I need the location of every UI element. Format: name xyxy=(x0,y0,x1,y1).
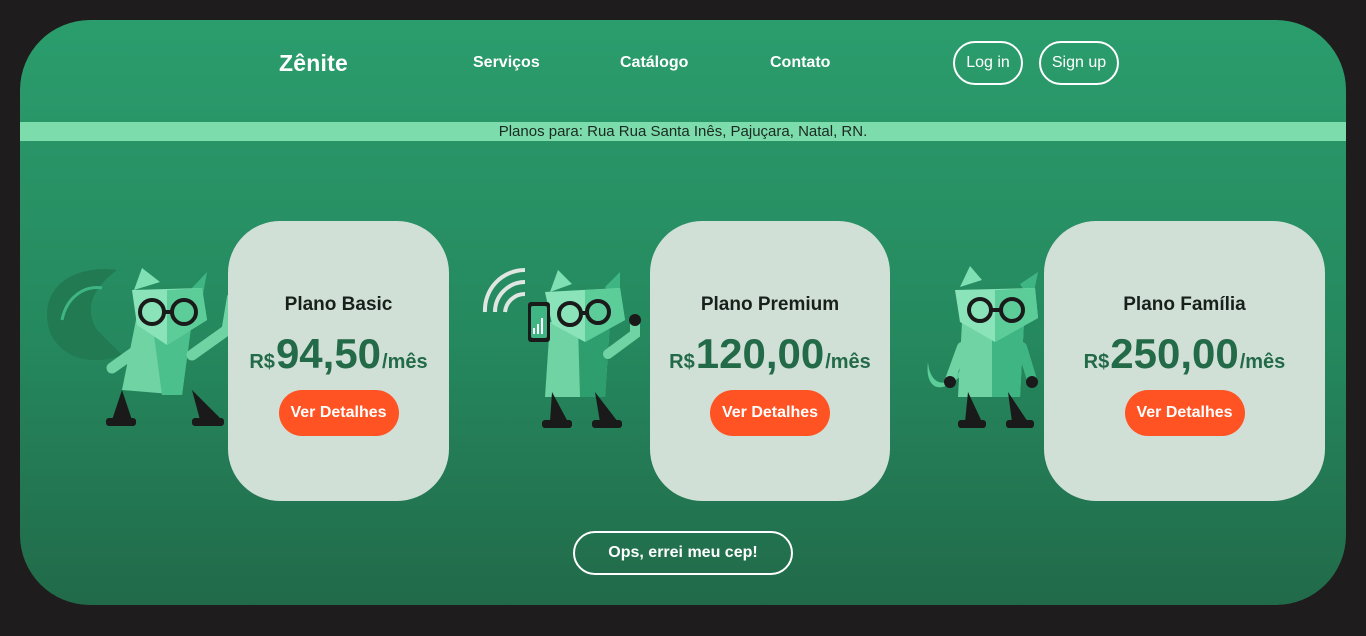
plan-card-familia: Plano Família R$ 250,00 /mês Ver Detalhe… xyxy=(1044,221,1325,501)
details-button-familia[interactable]: Ver Detalhes xyxy=(1124,390,1245,436)
price-currency: R$ xyxy=(249,351,275,373)
signup-button[interactable]: Sign up xyxy=(1039,41,1119,85)
plan-card-premium: Plano Premium R$ 120,00 /mês Ver Detalhe… xyxy=(650,221,890,501)
fox-mascot-phone-wifi-icon xyxy=(482,267,641,428)
wrong-cep-button[interactable]: Ops, errei meu cep! xyxy=(573,531,793,575)
details-button-basic[interactable]: Ver Detalhes xyxy=(278,390,399,436)
brand-logo[interactable]: Zênite xyxy=(279,50,348,77)
fox-mascot-dancing-icon xyxy=(47,268,232,426)
price-amount: 250,00 xyxy=(1110,330,1239,377)
plan-name: Plano Basic xyxy=(284,294,393,315)
price-currency: R$ xyxy=(1083,351,1110,373)
nav-servicos[interactable]: Serviços xyxy=(473,54,540,72)
address-banner: Planos para: Rua Rua Santa Inês, Pajuçar… xyxy=(20,122,1346,141)
price-period: /mês xyxy=(1239,351,1286,373)
price-amount: 120,00 xyxy=(695,330,825,377)
nav-contato[interactable]: Contato xyxy=(770,54,830,72)
main-frame: Zênite Serviços Catálogo Contato Log in … xyxy=(20,20,1346,605)
plan-name: Plano Família xyxy=(1123,294,1246,315)
plan-card-basic: Plano Basic R$ 94,50 /mês Ver Detalhes xyxy=(228,221,449,501)
login-button[interactable]: Log in xyxy=(953,41,1023,85)
price-amount: 94,50 xyxy=(275,330,382,377)
plan-price: R$ 120,00 /mês xyxy=(669,330,871,378)
plan-name: Plano Premium xyxy=(700,294,840,315)
price-period: /mês xyxy=(825,351,871,373)
plan-price: R$ 250,00 /mês xyxy=(1084,330,1286,378)
price-period: /mês xyxy=(382,351,428,373)
details-button-premium[interactable]: Ver Detalhes xyxy=(710,390,830,436)
fox-mascot-standing-icon xyxy=(927,266,1038,428)
price-currency: R$ xyxy=(669,351,695,373)
nav-catalogo[interactable]: Catálogo xyxy=(620,54,688,72)
plan-price: R$ 94,50 /mês xyxy=(249,330,427,378)
